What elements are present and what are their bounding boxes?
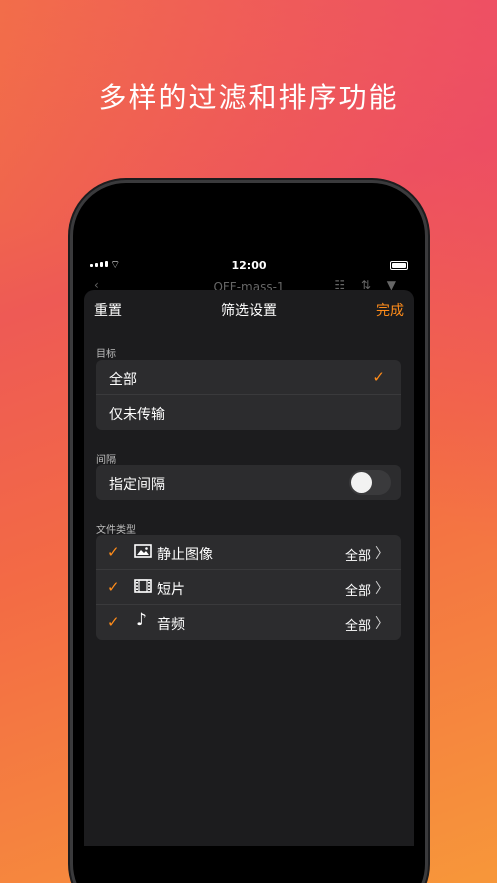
target-option-label: 全部 (109, 372, 137, 388)
file-type-value: 全部 (344, 584, 371, 599)
file-type-row-still-image[interactable]: ✓ 静止图像 全部 〉 (96, 535, 401, 570)
sheet-title: 筛选设置 (221, 303, 277, 319)
filter-settings-sheet: 重置 筛选设置 完成 目标 全部 ✓ 仅未传输 间隔 指定间隔 文件类型 ✓ 静… (84, 290, 414, 846)
file-type-value: 全部 (344, 619, 371, 634)
interval-section-label: 间隔 (96, 455, 116, 466)
status-bar: ⌔ 12:00 (84, 256, 414, 276)
promo-headline: 多样的过滤和排序功能 (98, 81, 399, 114)
target-option-untransferred[interactable]: 仅未传输 (96, 395, 401, 430)
chevron-right-icon: 〉 (375, 581, 389, 597)
interval-row: 指定间隔 (96, 465, 401, 500)
target-section-label: 目标 (96, 349, 116, 360)
file-type-row-movie[interactable]: ✓ 短片 全部 〉 (96, 570, 401, 605)
checkmark-icon: ✓ (372, 368, 385, 386)
image-icon (134, 544, 152, 558)
file-type-row-audio[interactable]: ✓ ♪ 音频 全部 〉 (96, 605, 401, 640)
file-type-group: ✓ 静止图像 全部 〉 ✓ 短片 全部 〉 ✓ ♪ 音频 全部 〉 (96, 535, 401, 640)
chevron-right-icon: 〉 (375, 546, 389, 562)
interval-group: 指定间隔 (96, 465, 401, 500)
battery-icon (390, 261, 408, 270)
checkmark-icon: ✓ (107, 578, 120, 596)
checkmark-icon: ✓ (107, 543, 120, 561)
file-type-section-label: 文件类型 (96, 525, 136, 536)
file-type-label: 静止图像 (157, 547, 213, 563)
interval-toggle[interactable] (349, 470, 391, 495)
status-time: 12:00 (231, 259, 267, 272)
interval-toggle-label: 指定间隔 (109, 477, 165, 493)
checkmark-icon: ✓ (107, 613, 120, 631)
chevron-right-icon: 〉 (375, 616, 389, 632)
done-button[interactable]: 完成 (376, 300, 404, 320)
target-group: 全部 ✓ 仅未传输 (96, 360, 401, 430)
film-icon (134, 579, 152, 593)
music-note-icon: ♪ (136, 610, 147, 630)
toggle-knob (351, 472, 372, 493)
file-type-label: 短片 (157, 582, 185, 598)
target-option-all[interactable]: 全部 ✓ (96, 360, 401, 395)
file-type-value: 全部 (344, 549, 371, 564)
file-type-label: 音频 (157, 617, 185, 633)
target-option-label: 仅未传输 (109, 407, 165, 423)
sheet-header: 重置 筛选设置 完成 (84, 290, 414, 328)
